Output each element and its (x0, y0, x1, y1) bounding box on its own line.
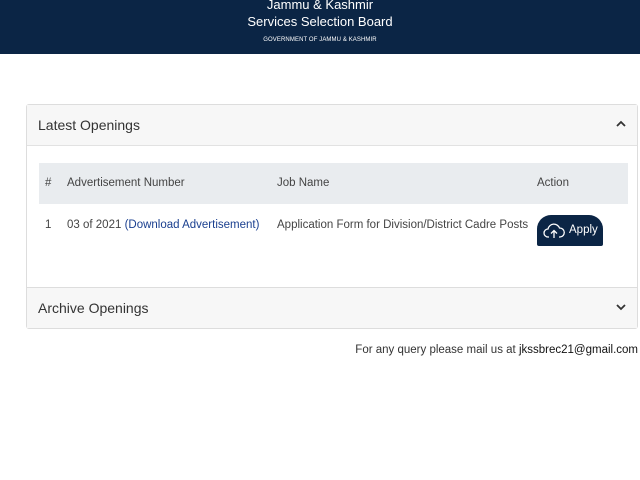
row-num: 1 (45, 219, 52, 231)
table-row: 1 03 of 2021 (Download Advertisement) Ap… (39, 204, 628, 254)
contact-email[interactable]: jkssbrec21@gmail.com (519, 344, 638, 356)
download-advertisement-link[interactable]: (Download Advertisement) (125, 219, 260, 231)
contact-text: For any query please mail us at (355, 344, 516, 356)
site-header: Jammu & Kashmir Services Selection Board… (0, 0, 640, 54)
chevron-up-icon[interactable] (615, 118, 627, 130)
apply-button[interactable]: Apply (537, 215, 603, 246)
col-header-adv: Advertisement Number (67, 177, 185, 189)
latest-openings-title: Latest Openings (38, 117, 140, 133)
job-name: Application Form for Division/District C… (277, 219, 529, 231)
latest-openings-header[interactable]: Latest Openings (27, 105, 637, 146)
header-subtitle: GOVERNMENT OF JAMMU & KASHMIR (263, 37, 377, 43)
adv-number: 03 of 2021 (67, 219, 122, 231)
table-header: # Advertisement Number Job Name Action (39, 163, 628, 204)
col-header-action: Action (537, 177, 569, 189)
header-title-line1: Jammu & Kashmir (266, 0, 374, 12)
col-header-job: Job Name (277, 177, 330, 189)
header-title-line2: Services Selection Board (247, 14, 393, 29)
col-header-num: # (45, 177, 52, 189)
apply-label: Apply (569, 224, 598, 236)
cloud-upload-icon (543, 223, 565, 238)
archive-openings-header[interactable]: Archive Openings (27, 287, 637, 328)
contact-note: For any query please mail us at jkssbrec… (355, 344, 638, 356)
chevron-down-icon[interactable] (615, 301, 627, 313)
archive-openings-title: Archive Openings (38, 300, 149, 316)
openings-panel: Latest Openings # Advertisement Number J… (26, 104, 638, 329)
row-adv-cell: 03 of 2021 (Download Advertisement) (67, 219, 259, 231)
